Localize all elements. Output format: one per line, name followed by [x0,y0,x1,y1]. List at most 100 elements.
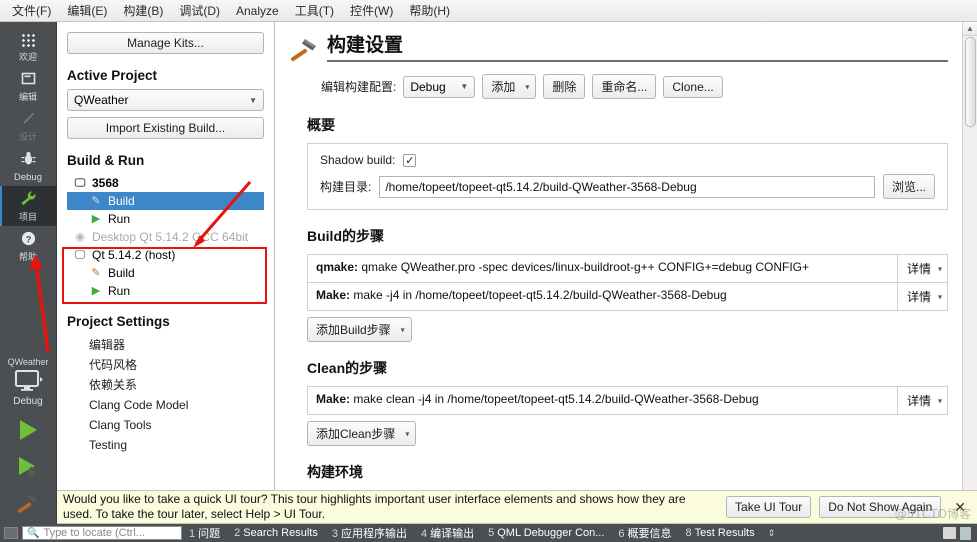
clean-step-make-details-button[interactable]: 详情 [897,387,947,414]
build-steps-heading: Build的步骤 [307,226,948,246]
hammer-icon [289,36,319,66]
tree-item-kit-3568[interactable]: 🖵 3568 [67,174,264,192]
rename-config-button[interactable]: 重命名... [592,74,656,99]
monitor-icon: 🖵 [73,175,87,191]
tree-item-run-3568[interactable]: ▶ Run [67,210,264,228]
page-title: 构建设置 [327,34,948,62]
browse-button[interactable]: 浏览... [883,174,935,199]
mode-projects[interactable]: 项目 [0,186,57,226]
kit-selector[interactable]: QWeather Debug [8,355,49,413]
tree-item-label: Run [108,283,130,299]
output-pane-general-messages[interactable]: 6概要信息 [611,525,678,541]
build-step-make-text: Make: make -j4 in /home/topeet/topeet-qt… [308,283,897,310]
hammer-icon [15,505,41,519]
add-config-button[interactable]: 添加 [482,74,536,99]
take-ui-tour-button[interactable]: Take UI Tour [726,496,811,518]
question-icon: ? [0,230,57,252]
manage-kits-button[interactable]: Manage Kits... [67,32,264,54]
locator-input[interactable]: 🔍 Type to locate (Ctrl... [22,526,182,540]
build-step-make-name: Make: [316,288,350,302]
tree-item-label: Build [108,265,135,281]
build-step-make[interactable]: Make: make -j4 in /home/topeet/topeet-qt… [307,282,948,311]
build-step-make-args: make -j4 in /home/topeet/topeet-qt5.14.2… [353,288,726,302]
pencil-icon: ✎ [89,193,103,209]
output-pane-test-results[interactable]: 8Test Results [679,527,762,539]
summary-panel: Shadow build: ✓ 构建目录: /home/topeet/topee… [307,143,948,210]
settings-item-testing[interactable]: Testing [67,435,264,455]
menu-item-debug[interactable]: 调试(D) [171,0,228,21]
pencil-icon: ✎ [89,265,103,281]
output-pane-compile-output[interactable]: 4编译输出 [414,525,481,541]
mode-welcome[interactable]: 欢迎 [0,26,57,66]
close-icon[interactable]: ✕ [949,499,971,516]
menu-item-edit[interactable]: 编辑(E) [59,0,115,21]
tree-item-label: 3568 [92,175,119,191]
tree-item-build-3568[interactable]: ✎ Build [67,192,264,210]
clone-config-button[interactable]: Clone... [663,76,722,98]
build-step-make-details-button[interactable]: 详情 [897,283,947,310]
mode-edit[interactable]: 编辑 [0,66,57,106]
project-pane-content: Manage Kits... Active Project QWeather ▼… [57,22,274,510]
vscroll-thumb[interactable] [965,37,976,127]
mode-help-label: 帮助 [0,252,57,263]
settings-item-clang-code-model[interactable]: Clang Code Model [67,395,264,415]
build-button[interactable] [15,487,41,524]
menu-item-analyze[interactable]: Analyze [228,2,287,20]
menu-item-file[interactable]: 文件(F) [4,0,59,21]
monitor-icon [8,369,49,396]
ui-tour-message: Would you like to take a quick UI tour? … [63,492,718,522]
menu-item-build[interactable]: 构建(B) [115,0,171,21]
run-triangle-icon: ▶ [89,211,103,227]
pencil-icon [0,110,57,132]
wrench-icon [0,190,57,212]
mode-help[interactable]: ? 帮助 [0,226,57,266]
debug-run-button[interactable] [15,450,41,487]
menu-item-tools[interactable]: 工具(T) [287,0,342,21]
build-step-qmake[interactable]: qmake: qmake QWeather.pro -spec devices/… [307,254,948,283]
build-config-combo[interactable]: Debug ▼ [403,76,475,98]
progress-details-icon[interactable] [960,527,971,540]
svg-text:?: ? [25,234,31,245]
settings-item-clang-tools[interactable]: Clang Tools [67,415,264,435]
clean-step-make[interactable]: Make: make clean -j4 in /home/topeet/top… [307,386,948,415]
tree-item-run-host[interactable]: ▶ Run [67,282,264,300]
add-build-step-wrap: 添加Build步骤 [307,317,948,342]
bug-icon [0,150,57,172]
scroll-up-arrow-icon[interactable]: ▲ [963,22,977,36]
pane-label: QML Debugger Con... [497,527,604,539]
add-build-step-button[interactable]: 添加Build步骤 [307,317,412,342]
kit-project-name: QWeather [8,355,49,369]
clean-steps-heading: Clean的步骤 [307,358,948,378]
settings-item-code-style[interactable]: 代码风格 [67,355,264,375]
output-pane-search-results[interactable]: 2Search Results [227,527,325,539]
clean-step-make-name: Make: [316,392,350,406]
menu-item-help[interactable]: 帮助(H) [401,0,458,21]
mode-debug[interactable]: Debug [0,146,57,186]
shadow-build-checkbox[interactable]: ✓ [403,154,416,167]
main-vscrollbar[interactable]: ▲ [962,22,977,524]
add-clean-step-button[interactable]: 添加Clean步骤 [307,421,416,446]
tree-item-kit-desktop[interactable]: ◉ Desktop Qt 5.14.2 GCC 64bit [67,228,264,246]
run-button[interactable] [15,413,41,450]
mode-edit-label: 编辑 [0,92,57,103]
remove-config-button[interactable]: 删除 [543,74,585,99]
active-project-combo[interactable]: QWeather ▼ [67,89,264,111]
tree-item-kit-qt-host[interactable]: 🖵 Qt 5.14.2 (host) [67,246,264,264]
build-directory-input[interactable]: /home/topeet/topeet-qt5.14.2/build-QWeat… [379,176,875,198]
output-pane-qml-debugger-console[interactable]: 5QML Debugger Con... [481,527,611,539]
sidebar-toggle-icon[interactable] [4,527,18,539]
build-step-qmake-details-button[interactable]: 详情 [897,255,947,282]
settings-item-dependencies[interactable]: 依赖关系 [67,375,264,395]
do-not-show-again-button[interactable]: Do Not Show Again [819,496,941,518]
menu-item-window[interactable]: 控件(W) [342,0,401,21]
import-existing-build-button[interactable]: Import Existing Build... [67,117,264,139]
output-pane-application-output[interactable]: 3应用程序输出 [325,525,414,541]
output-pane-issues[interactable]: 1问题 [182,525,227,541]
minimize-output-icon[interactable] [943,527,956,539]
tree-item-build-host[interactable]: ✎ Build [67,264,264,282]
pane-updown-icon[interactable]: ⇕ [762,528,782,539]
build-settings-page: 构建设置 编辑构建配置: Debug ▼ 添加 删除 重命名... Clone.… [275,22,962,524]
settings-item-editor[interactable]: 编辑器 [67,335,264,355]
pane-number: 5 [488,527,494,539]
page-header: 构建设置 [289,34,948,66]
